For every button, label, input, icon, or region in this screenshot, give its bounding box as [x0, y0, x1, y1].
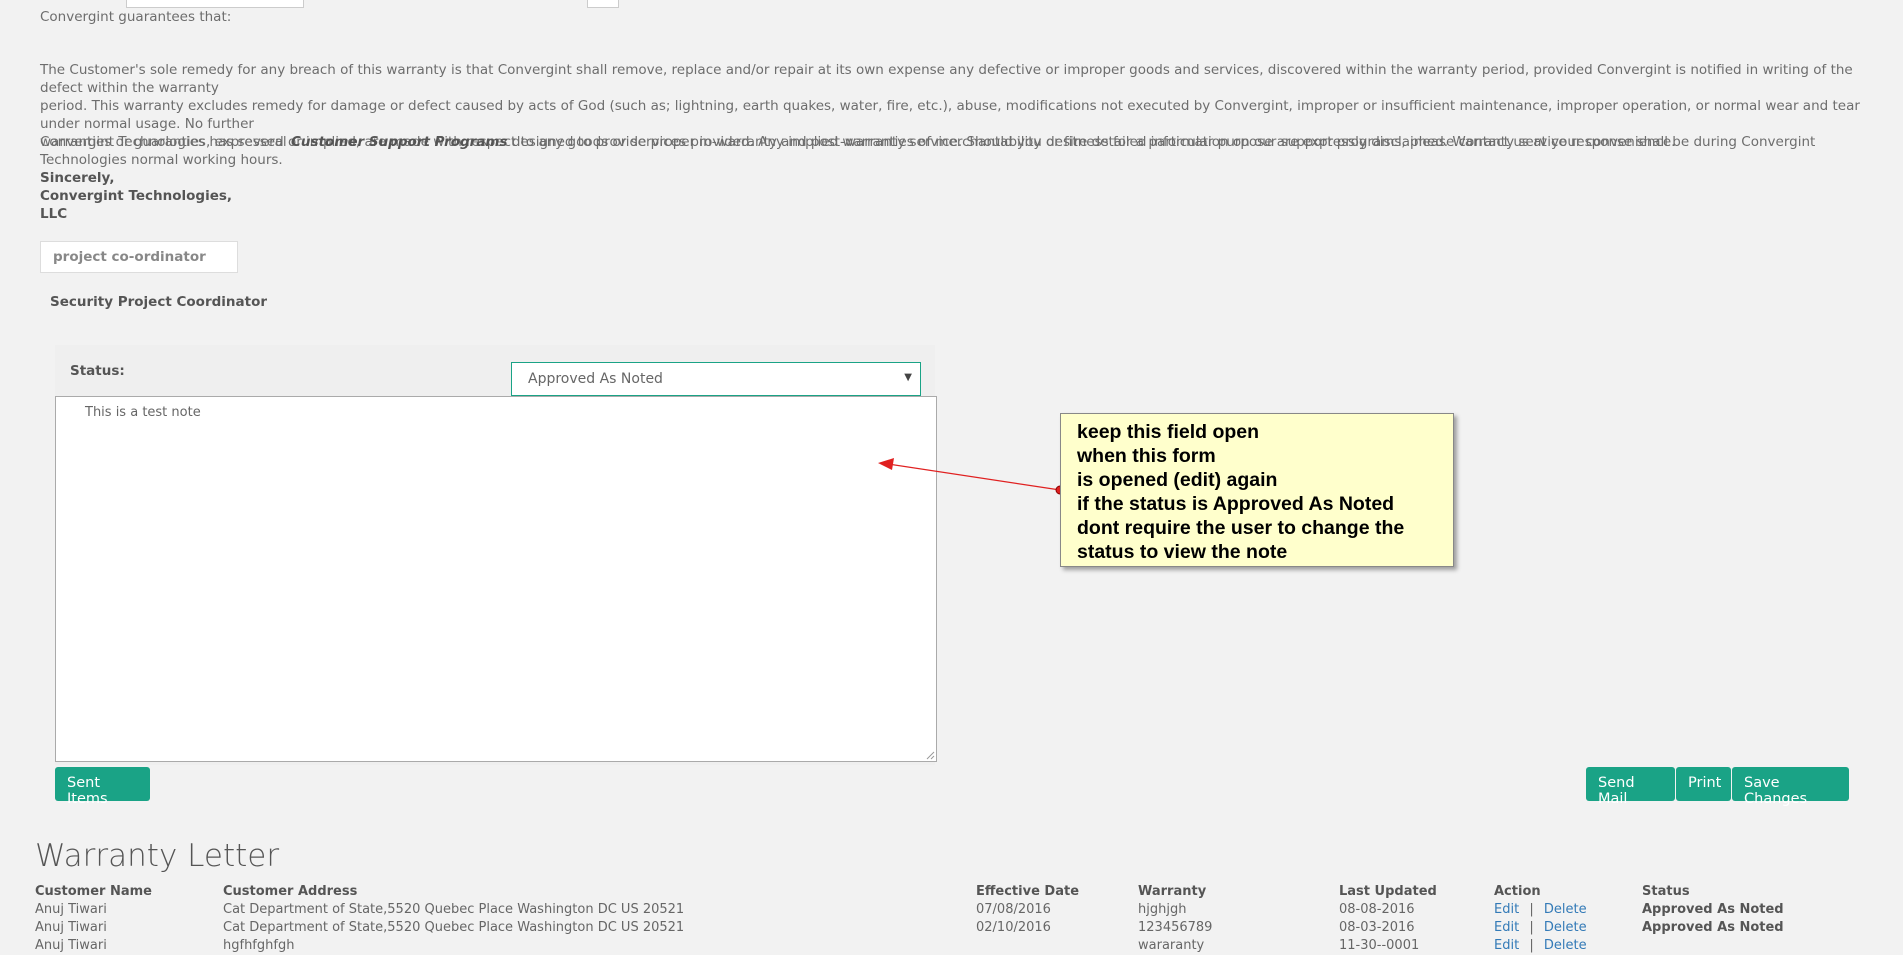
- remedy-paragraph: The Customer's sole remedy for any breac…: [40, 61, 1865, 169]
- delete-link[interactable]: Delete: [1544, 902, 1587, 917]
- table-row-effective: 07/08/2016: [976, 902, 1051, 917]
- table-row-address: Cat Department of State,5520 Quebec Plac…: [223, 902, 685, 917]
- table-row-updated: 11-30--0001: [1339, 938, 1420, 953]
- table-row-updated: 08-03-2016: [1339, 920, 1415, 935]
- edit-link[interactable]: Edit: [1494, 938, 1519, 953]
- callout-line: keep this field open: [1077, 421, 1260, 443]
- table-row-warranty: hjghjgh: [1138, 902, 1187, 917]
- table-row-name: Anuj Tiwari: [35, 902, 107, 917]
- col-header-customer-address: Customer Address: [223, 884, 358, 899]
- col-header-warranty: Warranty: [1138, 884, 1207, 899]
- coordinator-title: Security Project Coordinator: [50, 294, 268, 310]
- warranty-letter-heading: Warranty Letter: [35, 838, 280, 874]
- remedy-line: period. This warranty excludes remedy fo…: [40, 98, 1860, 132]
- cut-off-input[interactable]: [126, 0, 304, 8]
- sign-line: LLC: [40, 206, 68, 222]
- table-row-effective: 02/10/2016: [976, 920, 1051, 935]
- sent-items-button[interactable]: Sent Items: [55, 767, 150, 807]
- send-mail-button[interactable]: Send Mail: [1586, 767, 1675, 807]
- save-changes-button[interactable]: Save Changes: [1732, 767, 1849, 807]
- guarantee-line: Convergint guarantees that:: [40, 9, 232, 25]
- action-separator: |: [1529, 920, 1534, 935]
- annotation-arrow: [878, 458, 1065, 495]
- sign-line: Convergint Technologies,: [40, 188, 233, 204]
- callout-line: is opened (edit) again: [1077, 469, 1278, 491]
- callout-line: status to view the note: [1077, 541, 1288, 563]
- callout-line: when this form: [1077, 445, 1216, 467]
- action-separator: |: [1529, 938, 1534, 953]
- action-separator: |: [1529, 902, 1534, 917]
- cut-off-input-small[interactable]: [587, 0, 619, 8]
- print-button[interactable]: Print: [1676, 767, 1731, 801]
- table-row-action: Edit | Delete: [1494, 902, 1587, 917]
- callout-line: if the status is Approved As Noted: [1077, 493, 1395, 515]
- col-header-action: Action: [1494, 884, 1541, 899]
- table-row-action: Edit | Delete: [1494, 938, 1587, 953]
- annotation-callout: keep this field open when this form is o…: [1060, 413, 1454, 567]
- callout-line: dont require the user to change the: [1077, 517, 1405, 539]
- table-row-address: hgfhfghfgh: [223, 938, 295, 953]
- edit-link[interactable]: Edit: [1494, 902, 1519, 917]
- remedy-line: The Customer's sole remedy for any breac…: [40, 62, 1853, 96]
- resize-handle-icon[interactable]: [925, 750, 935, 760]
- coordinator-input[interactable]: project co-ordinator: [40, 241, 238, 273]
- table-row-status: Approved As Noted: [1642, 920, 1784, 935]
- signature-block: Sincerely, Convergint Technologies, LLC: [40, 169, 232, 223]
- status-selected-value: Approved As Noted: [528, 371, 663, 387]
- col-header-status: Status: [1642, 884, 1690, 899]
- table-row-action: Edit | Delete: [1494, 920, 1587, 935]
- delete-link[interactable]: Delete: [1544, 920, 1587, 935]
- sign-line: Sincerely,: [40, 170, 115, 186]
- chevron-down-icon: ▼: [904, 372, 912, 383]
- support-text: Convergint Technologies has several: [40, 134, 291, 150]
- note-textarea[interactable]: This is a test note: [55, 396, 937, 762]
- table-row-name: Anuj Tiwari: [35, 920, 107, 935]
- support-programs-emphasis: Customer Support Programs: [290, 134, 508, 150]
- edit-link[interactable]: Edit: [1494, 920, 1519, 935]
- col-header-customer-name: Customer Name: [35, 884, 152, 899]
- note-text: This is a test note: [85, 405, 201, 420]
- delete-link[interactable]: Delete: [1544, 938, 1587, 953]
- table-row-status: Approved As Noted: [1642, 902, 1784, 917]
- status-label: Status:: [70, 363, 125, 379]
- col-header-last-updated: Last Updated: [1339, 884, 1437, 899]
- support-text-end: designed to provide proper in-warranty a…: [507, 134, 1676, 150]
- table-row-address: Cat Department of State,5520 Quebec Plac…: [223, 920, 685, 935]
- table-row-warranty: wararanty: [1138, 938, 1205, 953]
- table-row-warranty: 123456789: [1138, 920, 1213, 935]
- status-select[interactable]: Approved As Noted ▼: [511, 362, 921, 396]
- table-row-updated: 08-08-2016: [1339, 902, 1415, 917]
- col-header-effective-date: Effective Date: [976, 884, 1080, 899]
- table-row-name: Anuj Tiwari: [35, 938, 107, 953]
- support-paragraph: Convergint Technologies has several Cust…: [40, 133, 1865, 151]
